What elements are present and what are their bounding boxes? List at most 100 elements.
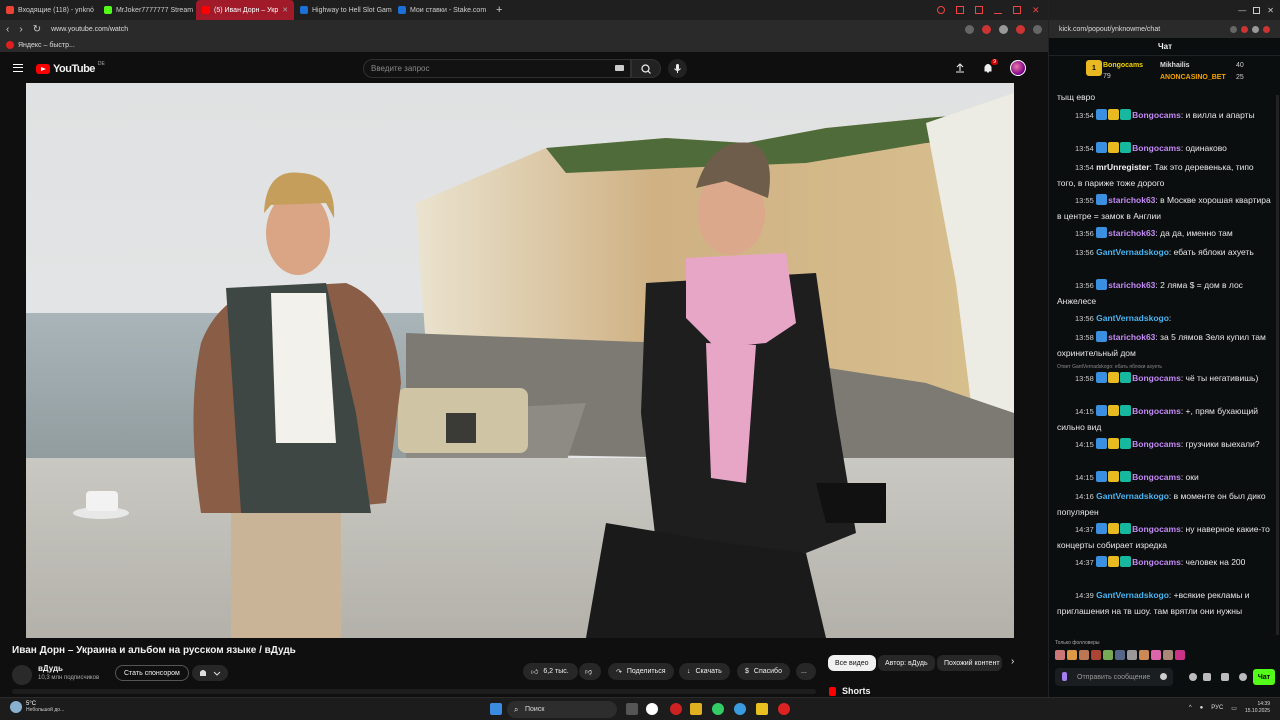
extension-icon[interactable] [1230, 25, 1237, 33]
search-button[interactable] [631, 59, 661, 78]
maximize-icon[interactable] [1013, 6, 1021, 14]
emote-icon[interactable] [1079, 650, 1089, 660]
chat-username[interactable]: starichok63 [1108, 280, 1155, 290]
channel-avatar[interactable] [12, 665, 32, 685]
chat-message[interactable]: 13:54 Bongocams: одинаково [1057, 141, 1273, 157]
chat-username[interactable]: GantVernadskogo [1096, 247, 1169, 257]
chat-tools-icon[interactable] [1221, 673, 1229, 681]
settings-icon[interactable] [1239, 673, 1247, 681]
file-explorer-icon[interactable] [690, 703, 702, 715]
filter-author[interactable]: Автор: вДудь [878, 655, 935, 671]
channel-name[interactable]: вДудь [38, 664, 63, 673]
chat-message[interactable]: 14:15 Bongocams: +, прям бухающий сильно… [1057, 404, 1273, 436]
search-tabs-icon[interactable] [937, 6, 945, 14]
leader-name[interactable]: Mikhailis [1160, 62, 1190, 69]
tab-stake[interactable]: Мои ставки - Stake.com [392, 0, 490, 20]
filter-related[interactable]: Похожий контент [937, 655, 1002, 671]
voice-search-button[interactable] [668, 59, 687, 78]
emote-icon[interactable] [1103, 650, 1113, 660]
extension-icon[interactable] [999, 24, 1008, 34]
chat-username[interactable]: Bongocams [1132, 373, 1181, 383]
like-button[interactable]: 👍︎ 6,2 тыс. [523, 663, 578, 680]
reload-icon[interactable]: ↻ [33, 24, 41, 35]
avatar[interactable] [1010, 60, 1026, 76]
chat-username[interactable]: starichok63 [1108, 332, 1155, 342]
close-window-icon[interactable]: ✕ [1267, 6, 1274, 15]
chevron-up-icon[interactable]: ^ [1189, 705, 1192, 711]
microphone-icon[interactable]: ● [1200, 705, 1204, 711]
chat-tools-icon[interactable] [1203, 673, 1211, 681]
download-button[interactable]: ↓ Скачать [679, 663, 730, 680]
chat-message[interactable]: 13:58 starichok63: за 5 лямов Зеля купил… [1057, 330, 1273, 362]
reply-reference[interactable]: Ответ GantVernadskogo: ебать яблоки ахуе… [1057, 364, 1162, 370]
emote-icon[interactable] [1055, 650, 1065, 660]
forward-icon[interactable]: › [19, 24, 22, 35]
chat-username[interactable]: starichok63 [1108, 195, 1155, 205]
chat-username[interactable]: Bongocams [1132, 406, 1181, 416]
chrome-icon[interactable] [712, 703, 724, 715]
chat-scrollbar[interactable] [1276, 95, 1279, 635]
dislike-button[interactable]: 👎︎ [579, 663, 601, 680]
microphone-icon[interactable] [1062, 672, 1067, 681]
menu-icon[interactable] [13, 64, 23, 72]
minimize-icon[interactable] [994, 6, 1002, 14]
language-indicator[interactable]: РУС [1211, 705, 1223, 711]
chat-log[interactable]: тыщ евро 13:54 Bongocams: и вилла и апар… [1049, 88, 1280, 636]
chat-message[interactable]: 14:37 Bongocams: человек на 200 [1057, 555, 1273, 571]
back-icon[interactable]: ‹ [6, 24, 9, 35]
network-icon[interactable]: ▭ [1231, 705, 1237, 712]
filter-all-videos[interactable]: Все видео [828, 655, 876, 671]
task-view-icon[interactable] [626, 703, 638, 715]
opera-icon[interactable] [670, 703, 682, 715]
close-window-icon[interactable]: ✕ [1032, 6, 1040, 15]
chat-message[interactable]: 14:15 Bongocams: оки [1057, 470, 1273, 486]
tab-kick-stream[interactable]: MrJoker7777777 Stream [98, 0, 196, 20]
youtube-logo[interactable]: YouTube DE [36, 61, 105, 75]
yandex-browser-icon[interactable] [646, 703, 658, 715]
upload-icon[interactable] [954, 62, 966, 74]
chat-message[interactable]: 13:56 starichok63: да да, именно там [1057, 226, 1273, 242]
chat-username[interactable]: GantVernadskogo [1096, 590, 1169, 600]
weather-widget[interactable]: 5°C Небольшой до... [10, 701, 64, 713]
subscription-bell-button[interactable] [192, 665, 228, 681]
extension-icon[interactable] [1252, 25, 1259, 33]
tab-slot-game[interactable]: Highway to Hell Slot Gam [294, 0, 392, 20]
new-tab-button[interactable]: + [490, 4, 508, 16]
chat-username[interactable]: GantVernadskogo [1096, 491, 1169, 501]
bookmark-icon[interactable] [956, 6, 964, 14]
minimize-icon[interactable]: — [1238, 6, 1246, 15]
chat-message[interactable]: 13:54 mrUnregister: Так это деревенька, … [1057, 160, 1273, 192]
chat-message[interactable]: 13:54 Bongocams: и вилла и апарты [1057, 108, 1273, 124]
leader-name[interactable]: ANONCASINO_BET [1160, 74, 1226, 81]
chat-message[interactable]: 14:15 Bongocams: грузчики выехали? [1057, 437, 1273, 453]
chat-username[interactable]: Bongocams [1132, 110, 1181, 120]
chat-tools-icon[interactable] [1189, 673, 1197, 681]
telegram-icon[interactable] [734, 703, 746, 715]
send-chat-button[interactable]: Чат [1253, 669, 1275, 685]
chat-username[interactable]: starichok63 [1108, 228, 1155, 238]
chat-message[interactable]: 13:56 GantVernadskogo: [1057, 311, 1273, 327]
extension-icon[interactable] [982, 24, 991, 34]
chat-message[interactable]: 13:58 Bongocams: чё ты негативишь) [1057, 371, 1273, 387]
download-icon[interactable] [975, 6, 983, 14]
thanks-button[interactable]: $ Спасибо [737, 663, 790, 680]
extension-icon[interactable] [965, 24, 974, 34]
chat-message[interactable]: 13:56 starichok63: 2 ляма $ = дом в лос … [1057, 278, 1273, 310]
chat-username[interactable]: GantVernadskogo [1096, 313, 1169, 323]
chat-username[interactable]: Bongocams [1132, 439, 1181, 449]
chat-username[interactable]: Bongocams [1132, 557, 1181, 567]
opera-gx-icon[interactable] [778, 703, 790, 715]
extension-icon[interactable] [1263, 25, 1270, 33]
chat-username[interactable]: Bongocams [1132, 143, 1181, 153]
chat-message[interactable]: 14:16 GantVernadskogo: в моменте он был … [1057, 489, 1273, 521]
emoji-icon[interactable] [1160, 673, 1167, 680]
chat-message[interactable]: 13:55 starichok63: в Москве хорошая квар… [1057, 193, 1273, 225]
clock[interactable]: 14:39 15.10.2025 [1245, 701, 1270, 715]
start-icon[interactable] [490, 703, 502, 715]
emote-icon[interactable] [1163, 650, 1173, 660]
url-field[interactable]: www.youtube.com/watch [51, 26, 128, 33]
extension-icon[interactable] [1241, 25, 1248, 33]
emote-icon[interactable] [1175, 650, 1185, 660]
search-input[interactable]: Введите запрос [363, 59, 631, 78]
close-icon[interactable]: ✕ [282, 6, 288, 14]
